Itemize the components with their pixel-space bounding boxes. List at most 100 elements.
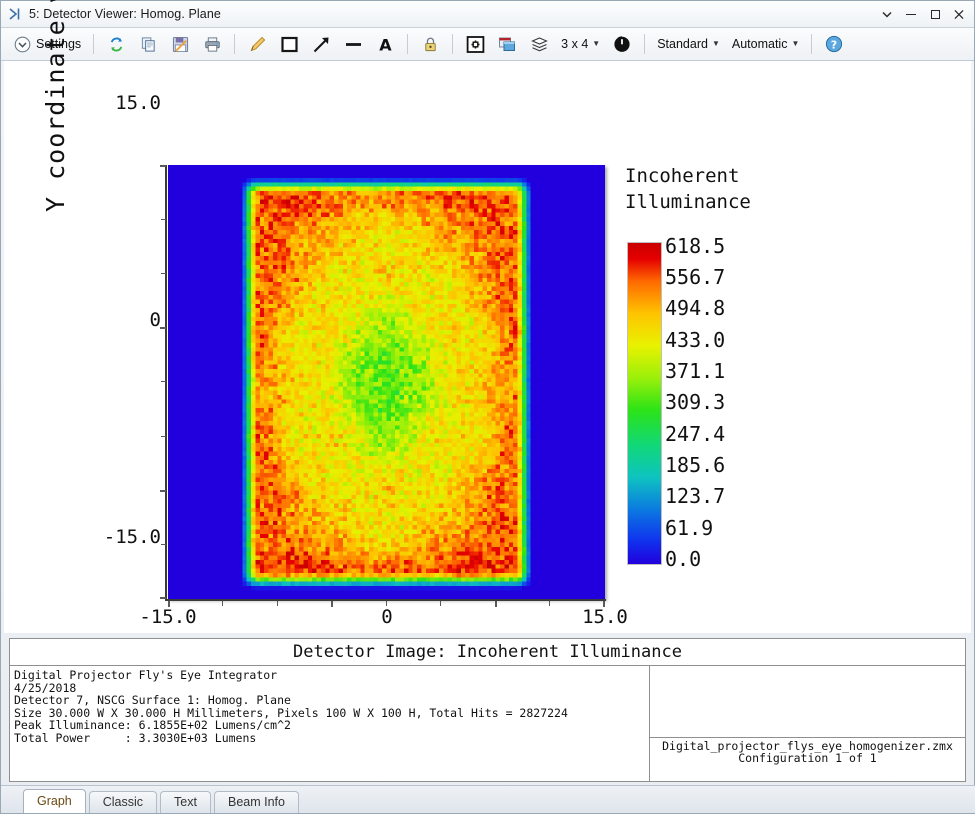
tab-classic[interactable]: Classic [89,791,157,813]
colorbar-tick: 247.4 [665,422,725,446]
toolbar-separator-5 [644,34,645,54]
layers-icon [529,34,549,54]
line-icon [343,34,363,54]
x-tick-label-mid: 0 [349,606,425,628]
tab-graph[interactable]: Graph [23,789,86,813]
arrow-icon [311,34,331,54]
y-tick [161,436,166,437]
x-tick [222,601,223,606]
text-tool[interactable]: A [370,30,400,58]
pencil-tool[interactable] [242,30,272,58]
chevron-down-icon: ▼ [712,40,720,48]
print-button[interactable] [197,30,227,58]
y-tick [160,165,166,167]
info-panel-details: Digital Projector Fly's Eye Integrator 4… [10,666,650,781]
info-panel-title: Detector Image: Incoherent Illuminance [10,639,965,666]
toolbar-separator-6 [811,34,812,54]
colorbar-tick: 309.3 [665,390,725,414]
heatmap-image [168,165,605,599]
line-tool[interactable] [338,30,368,58]
info-panel-body: Digital Projector Fly's Eye Integrator 4… [10,666,965,781]
toolbar-separator [93,34,94,54]
y-tick [160,490,166,492]
colorbar-tick: 185.6 [665,453,725,477]
chevron-down-icon: ▼ [592,40,600,48]
toolbar-separator-4 [452,34,453,54]
toolbar-separator-3 [407,34,408,54]
style-dropdown-label: Standard [657,37,708,51]
copy-button[interactable] [133,30,163,58]
detach-window-icon [497,34,517,54]
close-button[interactable] [948,4,970,24]
colorbar-tick: 123.7 [665,484,725,508]
scale-dropdown-label: Automatic [732,37,788,51]
chevron-circle-down-icon [12,34,32,54]
rectangle-icon [279,34,299,54]
save-icon [170,34,190,54]
detector-viewer-window: 5: Detector Viewer: Homog. Plane Setting… [0,0,975,814]
y-tick-label-top: 15.0 [109,92,161,114]
arrow-tool[interactable] [306,30,336,58]
tab-strip: Graph Classic Text Beam Info [1,785,975,813]
x-tick [549,601,550,606]
scale-dropdown[interactable]: Automatic ▼ [727,30,805,58]
colorbar-tick: 433.0 [665,328,725,352]
y-tick-label-bottom: -15.0 [93,526,161,548]
tab-beam-info[interactable]: Beam Info [214,791,299,813]
info-panel-text: Digital Projector Fly's Eye Integrator 4… [14,669,649,745]
x-tick [386,601,387,606]
chevron-down-icon: ▼ [791,40,799,48]
colorbar-title: IncoherentIlluminance [625,164,751,215]
x-tick [331,601,333,607]
detector-viewer-icon [7,6,23,22]
grid-layout-label: 3 x 4 [561,37,588,51]
help-button[interactable]: ? [819,30,849,58]
svg-text:A: A [379,35,392,54]
refresh-icon [106,34,126,54]
detector-info-panel: Detector Image: Incoherent Illuminance D… [9,638,966,782]
help-icon: ? [824,34,844,54]
x-tick [495,601,497,607]
refresh-button[interactable] [101,30,131,58]
lock-button[interactable] [415,30,445,58]
x-tick [440,601,441,606]
x-tick [277,601,278,606]
fit-window-icon [465,34,485,54]
window-menu-button[interactable] [876,4,898,24]
colorbar-title-line2: Illuminance [625,191,751,213]
maximize-button[interactable] [924,4,946,24]
y-axis-label: Y coordinate value [41,172,70,212]
svg-text:?: ? [831,38,837,51]
info-panel-file-inner: Digital_projector_flys_eye_homogenizer.z… [650,737,965,765]
tab-text[interactable]: Text [160,791,211,813]
colorbar-tick: 61.9 [665,516,713,540]
plot-canvas: Y coordinate value 15.0 0 -15.0 -15.0 0 … [4,61,971,633]
detach-window-button[interactable] [492,30,522,58]
x-tick-label-right: 15.0 [567,606,643,628]
toolbar-separator-2 [234,34,235,54]
reset-circle-icon [612,34,632,54]
colorbar-tick-labels: 618.5 556.7 494.8 433.0 371.1 309.3 247.… [665,242,785,565]
rectangle-tool[interactable] [274,30,304,58]
colorbar-tick: 494.8 [665,296,725,320]
save-button[interactable] [165,30,195,58]
configuration-label: Configuration 1 of 1 [738,751,876,765]
y-tick [161,381,166,382]
layers-button[interactable] [524,30,554,58]
y-tick-label-mid: 0 [109,309,161,331]
info-panel-file: Digital_projector_flys_eye_homogenizer.z… [650,666,965,781]
x-tick [168,601,170,607]
text-icon: A [375,34,395,54]
y-tick [161,544,166,545]
window-controls [876,1,970,27]
copy-icon [138,34,158,54]
grid-layout-dropdown[interactable]: 3 x 4 ▼ [556,30,605,58]
colorbar-gradient [627,242,662,565]
style-dropdown[interactable]: Standard ▼ [652,30,725,58]
y-tick [161,273,166,274]
fit-window-button[interactable] [460,30,490,58]
reset-view-button[interactable] [607,30,637,58]
y-tick [160,327,166,329]
heatmap-plot[interactable] [168,165,605,599]
minimize-button[interactable] [900,4,922,24]
